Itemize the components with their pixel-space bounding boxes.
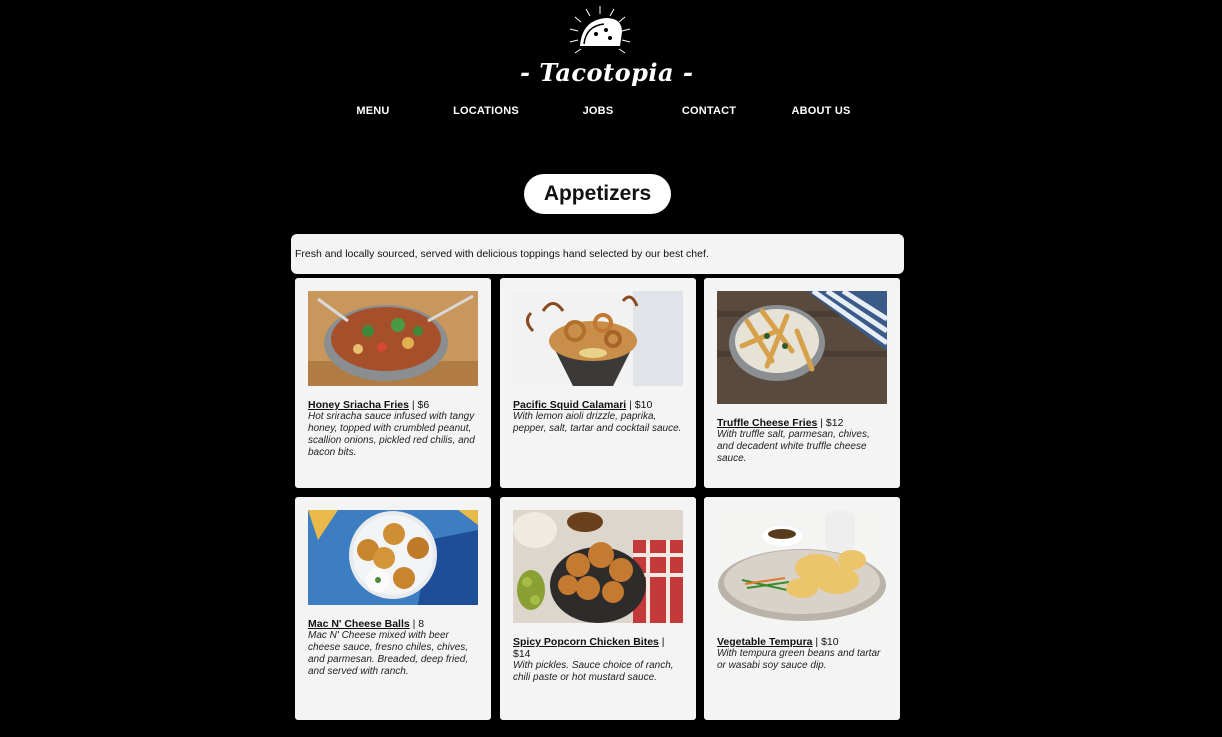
nav-item-about-us[interactable]: ABOUT US: [771, 105, 871, 117]
menu-item-card: Pacific Squid Calamari | $10 With lemon …: [500, 278, 696, 488]
nav-item-contact[interactable]: CONTACT: [659, 105, 759, 117]
main-nav: MENU LOCATIONS JOBS CONTACT ABOUT US: [0, 105, 1222, 119]
menu-item-description: Hot sriracha sauce infused with tangy ho…: [308, 411, 475, 458]
menu-item-name[interactable]: Pacific Squid Calamari: [513, 399, 626, 411]
menu-item-name[interactable]: Vegetable Tempura: [717, 636, 813, 648]
vegetable-tempura-photo: [717, 510, 887, 623]
menu-item-name[interactable]: Spicy Popcorn Chicken Bites: [513, 636, 659, 648]
spicy-popcorn-chicken-bites-photo: [513, 510, 683, 623]
menu-item-description: With pickles. Sauce choice of ranch, chi…: [513, 660, 674, 683]
truffle-cheese-fries-photo: [717, 291, 887, 404]
menu-item-description: With truffle salt, parmesan, chives, and…: [717, 429, 870, 464]
menu-item-price: | $10: [626, 399, 653, 411]
menu-item-description: Mac N' Cheese mixed with beer cheese sau…: [308, 630, 469, 677]
menu-item-card: Spicy Popcorn Chicken Bites | $14 With p…: [500, 497, 696, 720]
pacific-squid-calamari-photo: [513, 291, 683, 386]
nav-item-locations[interactable]: LOCATIONS: [436, 105, 536, 117]
brand-name: - Tacotopia -: [520, 58, 694, 87]
mac-n-cheese-balls-photo: [308, 510, 478, 605]
menu-item-price: | $12: [817, 417, 844, 429]
menu-item-description: With tempura green beans and tartar or w…: [717, 648, 881, 671]
section-title: Appetizers: [524, 174, 671, 214]
menu-item-description: With lemon aioli drizzle, paprika, peppe…: [513, 411, 682, 434]
menu-item-price: | $6: [408, 399, 430, 411]
brand-logo[interactable]: - Tacotopia -: [520, 4, 694, 96]
menu-item-name[interactable]: Honey Sriacha Fries: [308, 399, 409, 411]
nav-item-jobs[interactable]: JOBS: [548, 105, 648, 117]
menu-item-price: | $10: [812, 636, 839, 648]
menu-item-card: Truffle Cheese Fries | $12 With truffle …: [704, 278, 900, 488]
nav-item-menu[interactable]: MENU: [323, 105, 423, 117]
section-description: Fresh and locally sourced, served with d…: [291, 234, 904, 274]
taco-icon: [569, 6, 631, 54]
menu-item-card: Mac N' Cheese Balls | 8 Mac N' Cheese mi…: [295, 497, 491, 720]
menu-item-name[interactable]: Truffle Cheese Fries: [717, 417, 817, 429]
honey-sriacha-fries-photo: [308, 291, 478, 386]
menu-item-price: | 8: [409, 618, 425, 630]
menu-item-card: Vegetable Tempura | $10 With tempura gre…: [704, 497, 900, 720]
menu-item-card: Honey Sriacha Fries | $6 Hot sriracha sa…: [295, 278, 491, 488]
menu-item-name[interactable]: Mac N' Cheese Balls: [308, 618, 410, 630]
